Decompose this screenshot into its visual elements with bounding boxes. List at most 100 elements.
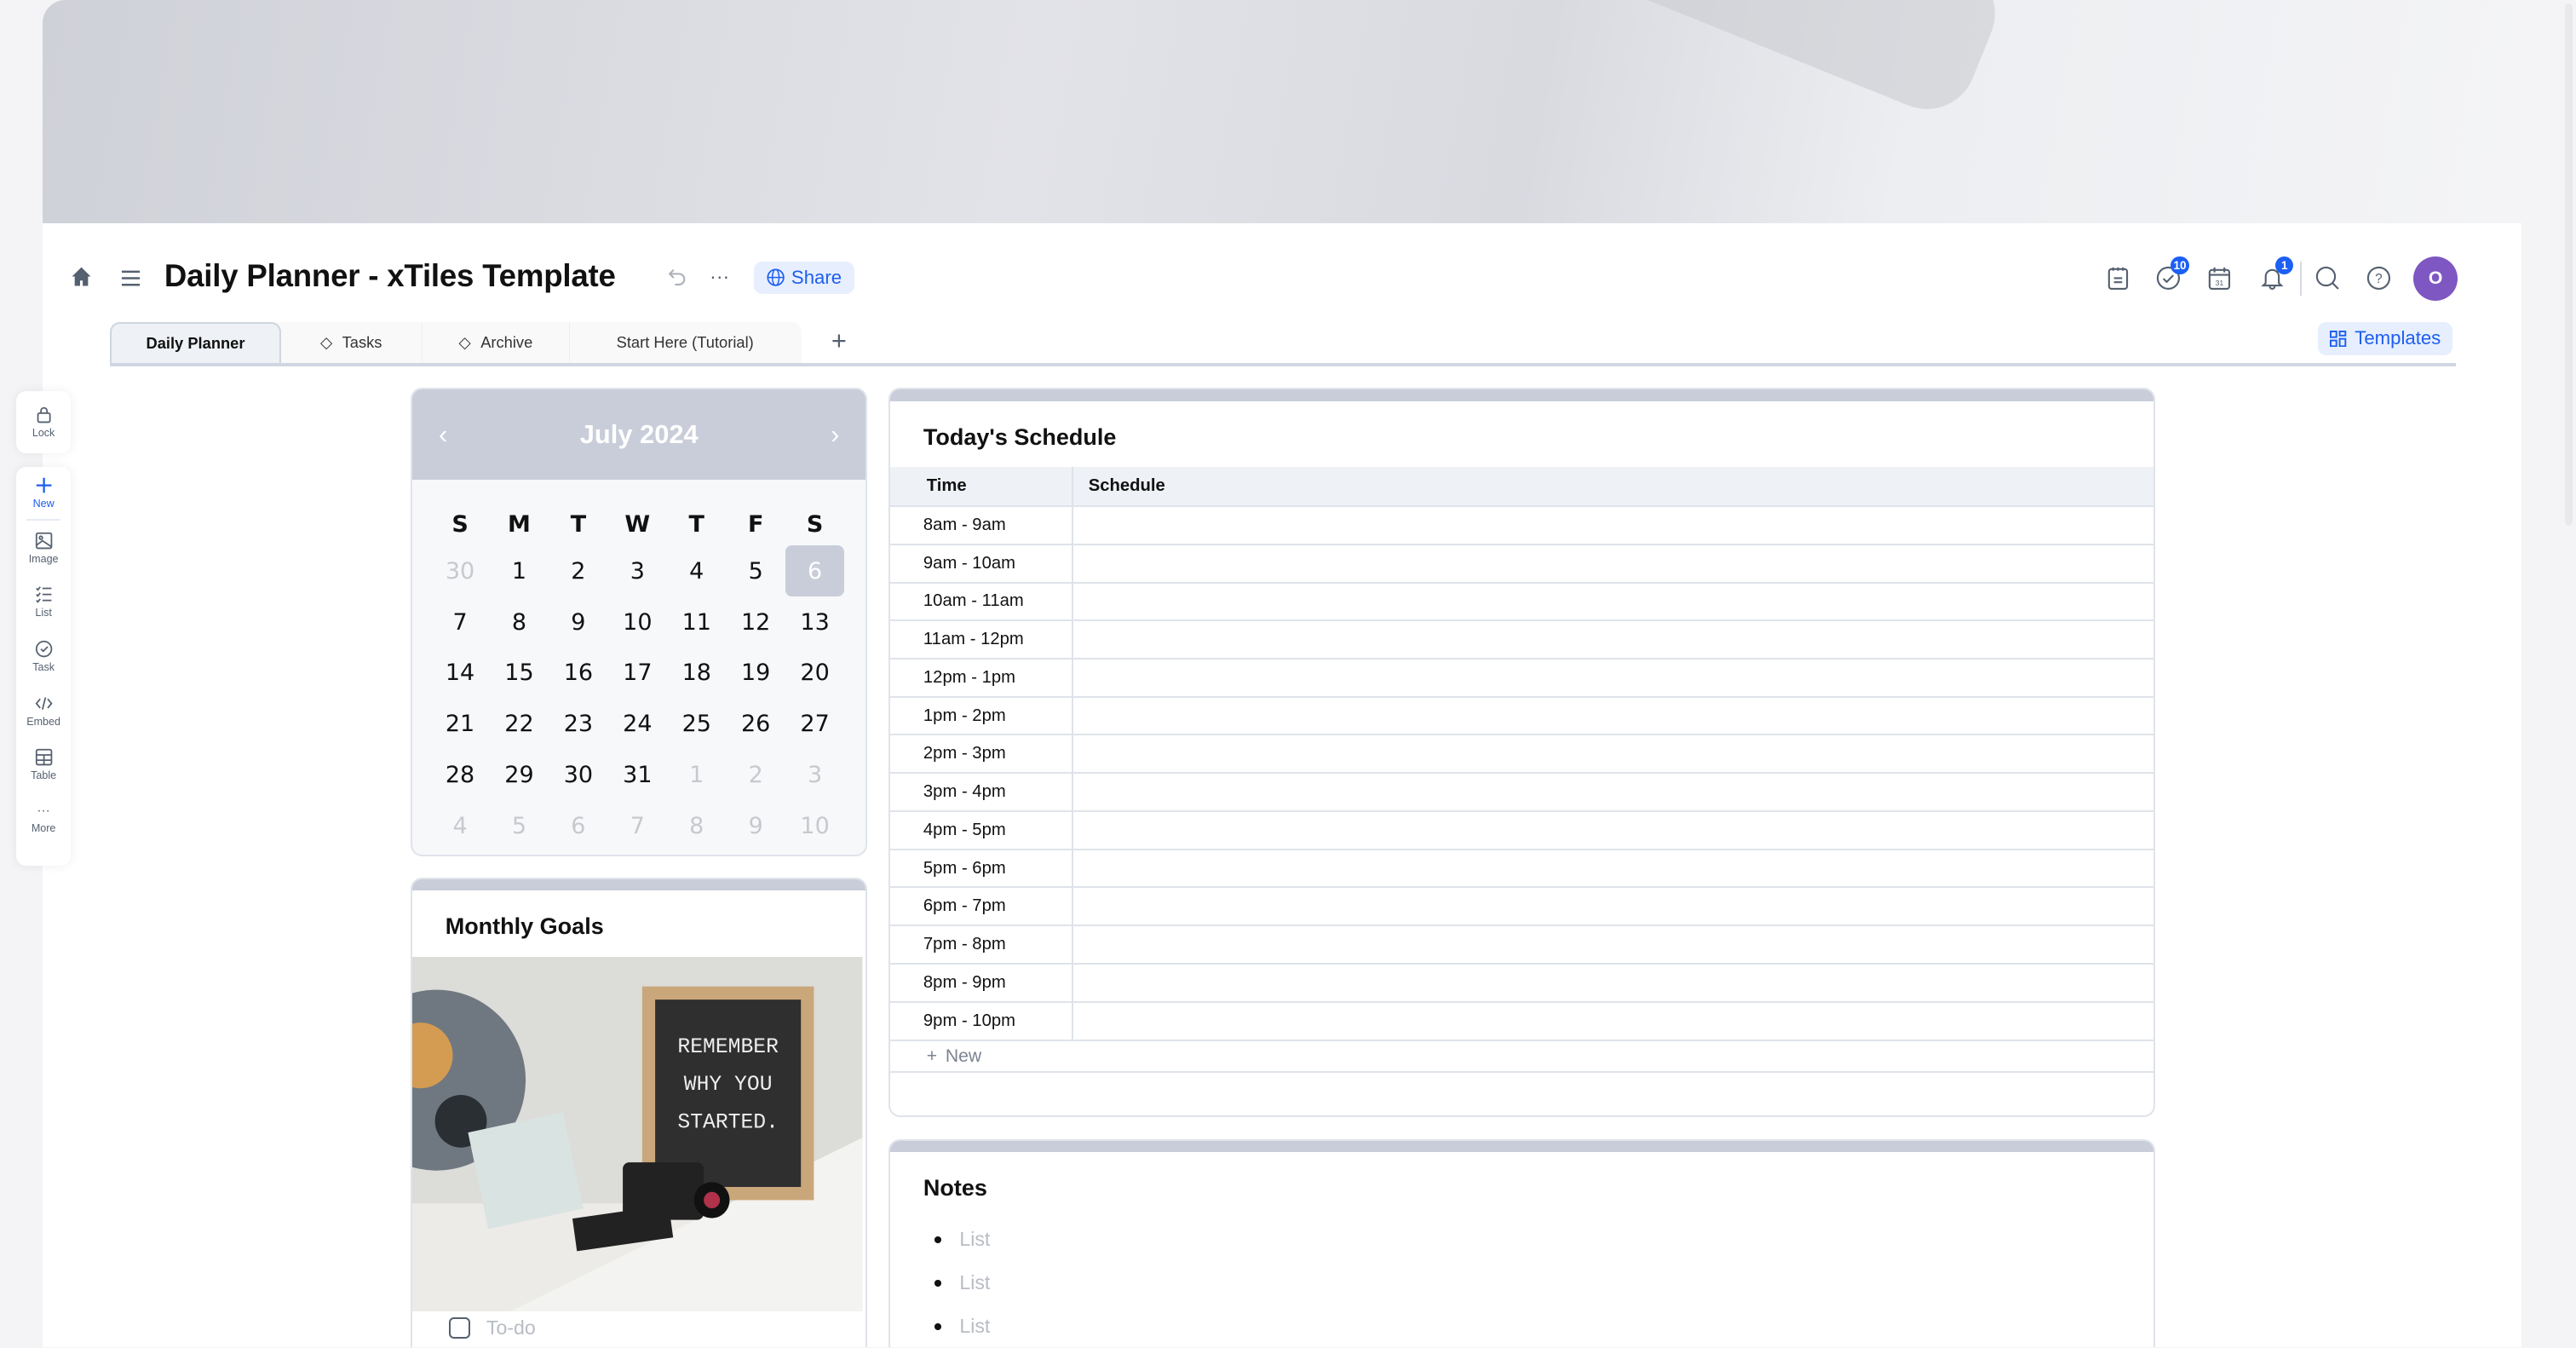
calendar-day[interactable]: 1 [667, 749, 726, 800]
time-cell[interactable]: 8am - 9am [890, 505, 1074, 544]
share-button[interactable]: Share [754, 261, 854, 295]
calendar-day[interactable]: 18 [667, 648, 726, 699]
schedule-cell[interactable] [1072, 695, 2154, 735]
help-icon[interactable]: ? [2366, 265, 2392, 291]
calendar-icon[interactable]: 31 [2206, 265, 2233, 291]
list-item[interactable]: List [890, 1305, 2153, 1347]
calendar-day[interactable]: 13 [785, 596, 844, 648]
menu-icon[interactable] [120, 268, 141, 289]
calendar-day[interactable]: 7 [608, 800, 667, 851]
calendar-day[interactable]: 31 [608, 749, 667, 800]
page-title[interactable]: Daily Planner - xTiles Template [164, 258, 616, 294]
calendar-day[interactable]: 8 [667, 800, 726, 851]
calendar-day[interactable]: 10 [608, 596, 667, 648]
calendar-day[interactable]: 14 [430, 648, 489, 699]
schedule-cell[interactable] [1072, 886, 2154, 926]
new-button[interactable]: New [26, 467, 61, 521]
calendar-day[interactable]: 30 [430, 545, 489, 596]
time-cell[interactable]: 9am - 10am [890, 543, 1074, 583]
time-cell[interactable]: 5pm - 6pm [890, 848, 1074, 888]
tab-daily-planner[interactable]: Daily Planner [110, 322, 281, 364]
calendar-day[interactable]: 2 [726, 749, 785, 800]
prev-month-icon[interactable]: ‹ [439, 419, 447, 450]
add-row-button[interactable]: + New [890, 1040, 2154, 1073]
todo-item[interactable]: To-do [412, 1311, 865, 1345]
calendar-day[interactable]: 10 [785, 800, 844, 851]
user-avatar[interactable]: O [2413, 256, 2458, 301]
calendar-day[interactable]: 3 [785, 749, 844, 800]
time-cell[interactable]: 3pm - 4pm [890, 772, 1074, 811]
time-cell[interactable]: 11am - 12pm [890, 619, 1074, 659]
schedule-cell[interactable] [1072, 772, 2154, 811]
image-button[interactable]: Image [16, 521, 71, 575]
undo-icon[interactable] [667, 266, 688, 287]
calendar-day[interactable]: 22 [490, 699, 549, 750]
time-cell[interactable]: 6pm - 7pm [890, 886, 1074, 926]
calendar-day[interactable]: 9 [549, 596, 607, 648]
calendar-day[interactable]: 5 [490, 800, 549, 851]
checkbox[interactable] [448, 1316, 470, 1339]
notes-icon[interactable] [2105, 265, 2131, 291]
calendar-day[interactable]: 7 [430, 596, 489, 648]
calendar-day[interactable]: 17 [608, 648, 667, 699]
schedule-cell[interactable] [1072, 809, 2154, 850]
embed-button[interactable]: Embed [16, 683, 71, 738]
list-item-text[interactable]: List [959, 1315, 990, 1338]
calendar-day[interactable]: 23 [549, 699, 607, 750]
lock-button[interactable]: Lock [16, 391, 71, 453]
tab-tasks[interactable]: ◇ Tasks [281, 322, 423, 364]
calendar-day[interactable]: 15 [490, 648, 549, 699]
calendar-day[interactable]: 1 [490, 545, 549, 596]
calendar-day[interactable]: 27 [785, 699, 844, 750]
list-button[interactable]: List [16, 575, 71, 630]
calendar-day-selected[interactable]: 6 [785, 545, 845, 597]
schedule-cell[interactable] [1072, 848, 2154, 888]
schedule-cell[interactable] [1072, 658, 2154, 697]
time-cell[interactable]: 8pm - 9pm [890, 962, 1074, 1002]
schedule-cell[interactable] [1072, 505, 2154, 544]
calendar-day[interactable]: 26 [726, 699, 785, 750]
calendar-day[interactable]: 16 [549, 648, 607, 699]
calendar-day[interactable]: 29 [490, 749, 549, 800]
scrollbar[interactable] [2564, 3, 2573, 527]
calendar-day[interactable]: 25 [667, 699, 726, 750]
schedule-cell[interactable] [1072, 543, 2154, 583]
todo-placeholder[interactable]: To-do [486, 1316, 536, 1339]
table-button[interactable]: Table [16, 738, 71, 792]
calendar-day[interactable]: 11 [667, 596, 726, 648]
list-item-text[interactable]: List [959, 1271, 990, 1294]
time-cell[interactable]: 7pm - 8pm [890, 925, 1074, 964]
schedule-cell[interactable] [1072, 581, 2154, 621]
time-cell[interactable]: 9pm - 10pm [890, 1000, 1074, 1040]
tab-archive[interactable]: ◇ Archive [423, 322, 571, 364]
list-item[interactable]: List [890, 1218, 2153, 1261]
more-options-icon[interactable]: ··· [710, 265, 729, 288]
calendar-day[interactable]: 12 [726, 596, 785, 648]
calendar-day[interactable]: 28 [430, 749, 489, 800]
schedule-cell[interactable] [1072, 1000, 2154, 1040]
time-cell[interactable]: 12pm - 1pm [890, 658, 1074, 697]
add-tab-button[interactable]: + [831, 325, 847, 356]
calendar-day[interactable]: 4 [667, 545, 726, 596]
calendar-day[interactable]: 3 [608, 545, 667, 596]
calendar-day[interactable]: 6 [549, 800, 607, 851]
task-button[interactable]: Task [16, 630, 71, 684]
next-month-icon[interactable]: › [831, 419, 839, 450]
calendar-day[interactable]: 20 [785, 648, 844, 699]
calendar-day[interactable]: 30 [549, 749, 607, 800]
calendar-day[interactable]: 2 [549, 545, 607, 596]
calendar-day[interactable]: 9 [726, 800, 785, 851]
home-icon[interactable] [71, 266, 92, 287]
calendar-day[interactable]: 5 [726, 545, 785, 596]
schedule-cell[interactable] [1072, 925, 2154, 964]
templates-button[interactable]: Templates [2318, 322, 2453, 355]
schedule-cell[interactable] [1072, 619, 2154, 659]
time-cell[interactable]: 1pm - 2pm [890, 695, 1074, 735]
calendar-day[interactable]: 24 [608, 699, 667, 750]
calendar-day[interactable]: 4 [430, 800, 489, 851]
list-item-text[interactable]: List [959, 1228, 990, 1251]
tab-start-here[interactable]: Start Here (Tutorial) [570, 322, 800, 363]
time-cell[interactable]: 4pm - 5pm [890, 809, 1074, 850]
list-item[interactable]: List [890, 1261, 2153, 1305]
time-cell[interactable]: 2pm - 3pm [890, 734, 1074, 774]
